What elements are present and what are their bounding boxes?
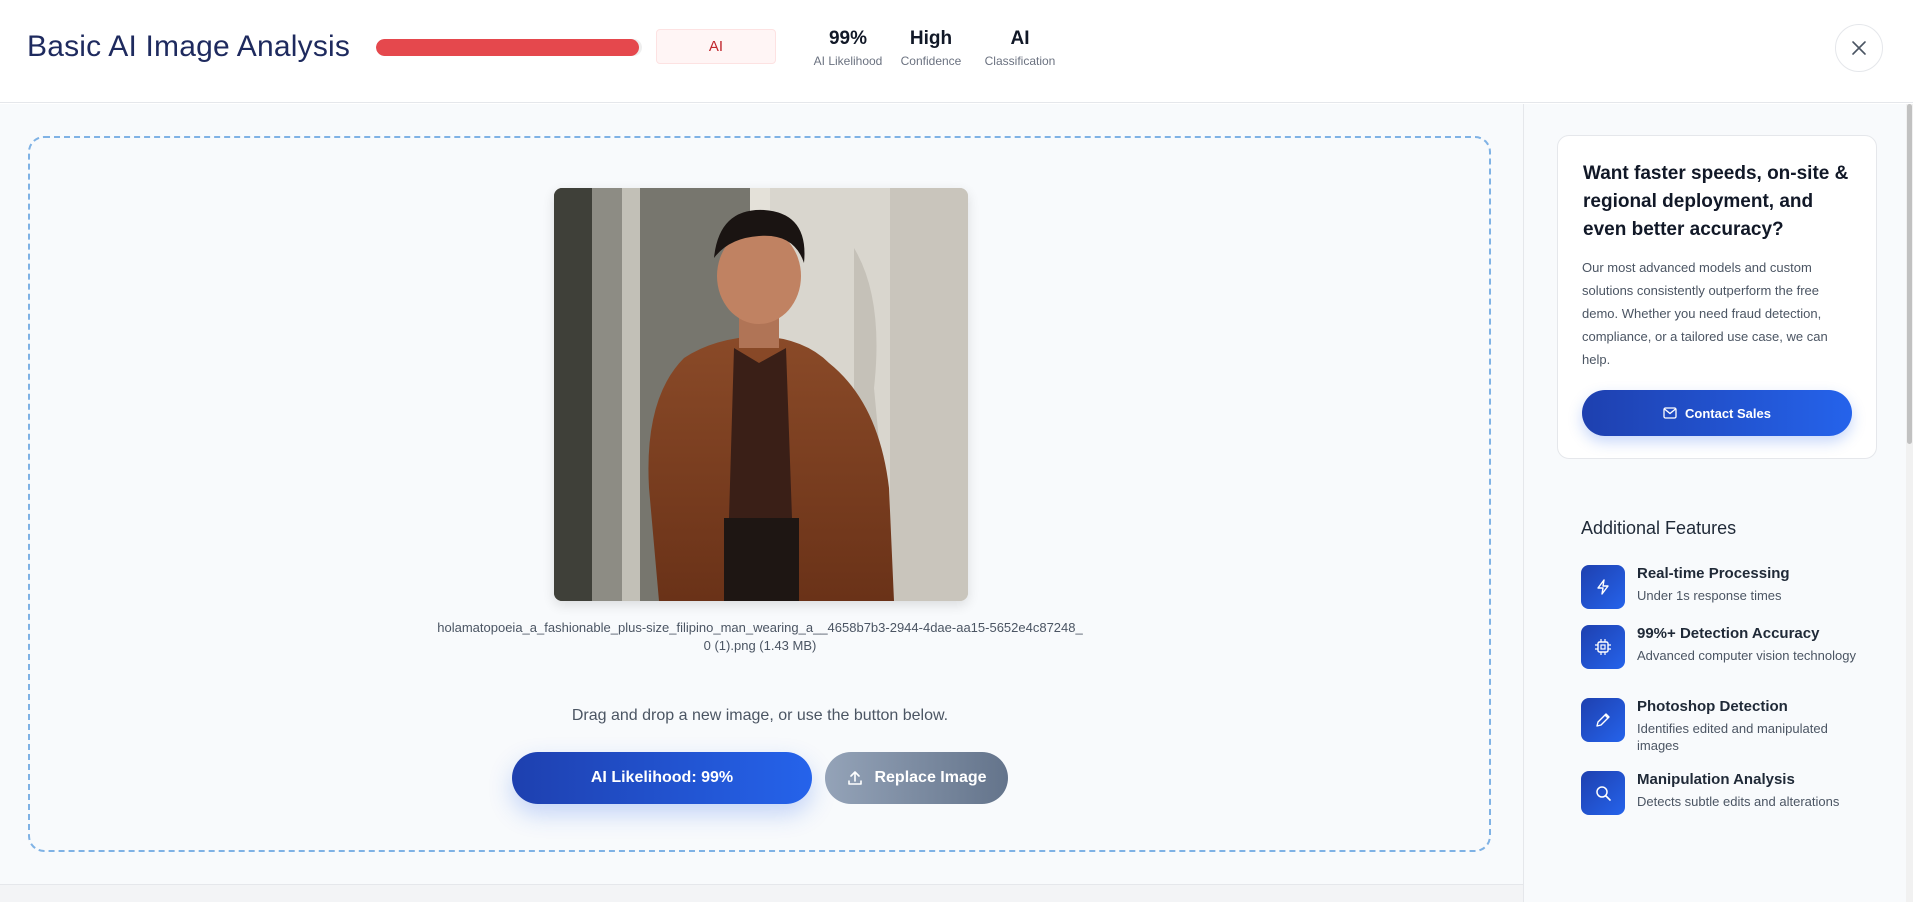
sidebar: Want faster speeds, on-site & regional d…: [1523, 104, 1913, 902]
stat-value: High: [909, 28, 953, 49]
features-title: Additional Features: [1581, 518, 1737, 538]
feature-desc: Identifies edited and manipulated images: [1637, 721, 1828, 753]
ai-probability-bar: [376, 39, 642, 56]
footer-strip: [0, 884, 1523, 902]
replace-image-button[interactable]: Replace Image: [825, 752, 1008, 804]
feature-title: Manipulation Analysis: [1637, 771, 1795, 788]
ai-likelihood-button[interactable]: AI Likelihood: 99%: [512, 752, 812, 804]
image-dropzone[interactable]: holamatopoeia_a_fashionable_plus-size_fi…: [28, 136, 1491, 852]
feature-title: Photoshop Detection: [1637, 698, 1788, 715]
stat-confidence: High Confidence: [891, 27, 971, 68]
stat-label: Confidence: [900, 54, 962, 68]
feature-title: Real-time Processing: [1637, 565, 1790, 582]
classification-pill: AI: [656, 29, 776, 64]
stat-value: 99%: [828, 28, 868, 49]
pencil-icon: [1581, 698, 1625, 742]
stat-label: Classification: [984, 54, 1056, 68]
feature-desc: Detects subtle edits and alterations: [1637, 794, 1840, 809]
replace-image-label: Replace Image: [874, 769, 987, 786]
stat-label: AI Likelihood: [813, 54, 883, 68]
chip-icon: [1581, 625, 1625, 669]
mail-icon: [1663, 407, 1677, 419]
close-icon: [1852, 41, 1866, 55]
file-name-line: holamatopoeia_a_fashionable_plus-size_fi…: [437, 620, 1083, 635]
drop-hint: Drag and drop a new image, or use the bu…: [571, 707, 949, 724]
file-name-line: 0 (1).png (1.43 MB): [703, 638, 817, 653]
stat-ai-likelihood: 99% AI Likelihood: [808, 27, 888, 68]
scrollbar-thumb[interactable]: [1907, 104, 1912, 444]
close-button[interactable]: [1835, 24, 1883, 72]
promo-body: Our most advanced models and custom solu…: [1582, 260, 1828, 367]
stat-value: AI: [1010, 28, 1030, 49]
lightning-icon: [1581, 565, 1625, 609]
upload-icon: [848, 771, 863, 785]
file-name: holamatopoeia_a_fashionable_plus-size_fi…: [400, 619, 1120, 655]
feature-desc: Under 1s response times: [1637, 588, 1782, 603]
main-area: holamatopoeia_a_fashionable_plus-size_fi…: [0, 104, 1523, 884]
stat-classification: AI Classification: [979, 27, 1061, 68]
header: Basic AI Image Analysis AI 99% AI Likeli…: [0, 0, 1913, 103]
promo-heading: Want faster speeds, on-site & regional d…: [1583, 163, 1849, 240]
contact-sales-label: Contact Sales: [1685, 405, 1771, 421]
ai-probability-fill: [376, 39, 640, 56]
uploaded-image: [554, 188, 968, 601]
feature-title: 99%+ Detection Accuracy: [1637, 625, 1820, 642]
promo-card: Want faster speeds, on-site & regional d…: [1557, 135, 1877, 459]
feature-desc: Advanced computer vision technology: [1637, 648, 1856, 663]
contact-sales-button[interactable]: Contact Sales: [1582, 390, 1852, 436]
search-icon: [1581, 771, 1625, 815]
page-title: Basic AI Image Analysis: [27, 30, 351, 63]
